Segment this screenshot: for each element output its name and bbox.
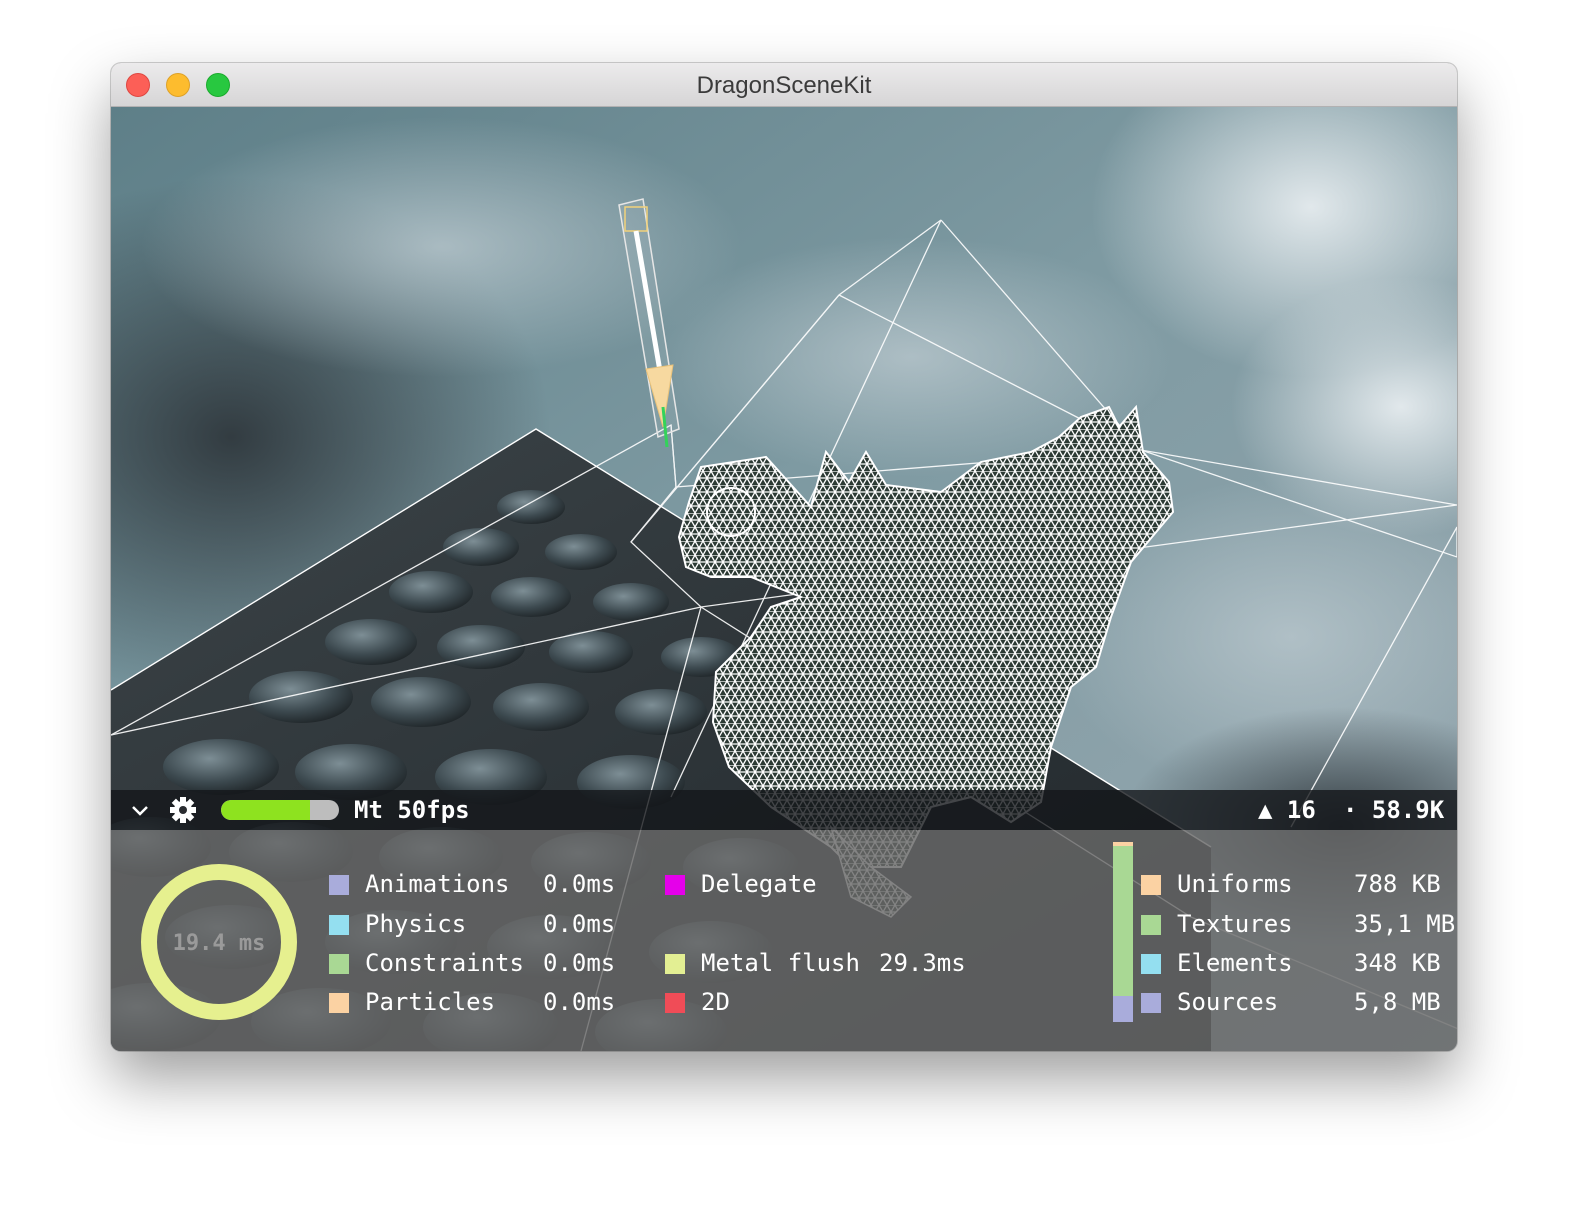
- memory-bar-sources: [1113, 996, 1133, 1022]
- memory-label: Elements: [1177, 949, 1293, 977]
- timing-label: Constraints: [365, 949, 524, 977]
- elements-swatch: [1141, 954, 1161, 974]
- physics-swatch: [329, 915, 349, 935]
- chevron-down-icon[interactable]: [130, 800, 150, 820]
- particles-swatch: [329, 993, 349, 1013]
- fps-meter-fill: [221, 800, 310, 820]
- memory-value: 348 KB: [1354, 949, 1441, 977]
- app-window: DragonSceneKit Mt 50fps ▲ 16 · 58.9K 19.…: [111, 63, 1457, 1051]
- fps-meter: [221, 800, 339, 820]
- textures-swatch: [1141, 915, 1161, 935]
- timing-label: Delegate: [701, 870, 817, 898]
- memory-value: 5,8 MB: [1354, 988, 1441, 1016]
- memory-label: Uniforms: [1177, 870, 1293, 898]
- 2d-swatch: [665, 993, 685, 1013]
- memory-usage-bar: [1113, 842, 1133, 1022]
- memory-label: Textures: [1177, 910, 1293, 938]
- timing-label: Metal flush: [701, 949, 860, 977]
- title-bar[interactable]: DragonSceneKit: [111, 63, 1457, 107]
- performance-details-panel: 19.4 ms Animations 0.0ms Physics 0.0ms C…: [111, 830, 1457, 1051]
- window-title: DragonSceneKit: [696, 72, 872, 99]
- scene-viewport[interactable]: Mt 50fps ▲ 16 · 58.9K 19.4 ms Animations…: [111, 107, 1457, 1051]
- animations-swatch: [329, 875, 349, 895]
- frame-time-gauge: 19.4 ms: [141, 864, 297, 1020]
- memory-value: 35,1 MB: [1354, 910, 1456, 938]
- triangle-count: ▲ 16: [1258, 796, 1316, 824]
- timing-value: 0.0ms: [543, 988, 616, 1016]
- memory-label: Sources: [1177, 988, 1279, 1016]
- timing-value: 0.0ms: [543, 949, 616, 977]
- vertex-count: · 58.9K: [1343, 796, 1445, 824]
- performance-stats-bar: Mt 50fps ▲ 16 · 58.9K: [111, 790, 1457, 830]
- memory-value: 788 KB: [1354, 870, 1441, 898]
- timing-value: 0.0ms: [543, 910, 616, 938]
- frame-time-value: 19.4 ms: [173, 931, 266, 956]
- timing-label: Particles: [365, 988, 496, 1016]
- uniforms-swatch: [1141, 875, 1161, 895]
- timing-value: 0.0ms: [543, 870, 616, 898]
- constraints-swatch: [329, 954, 349, 974]
- memory-bar-textures: [1113, 846, 1133, 996]
- metal-flush-swatch: [665, 954, 685, 974]
- fps-label: Mt 50fps: [354, 796, 470, 824]
- gear-icon[interactable]: [168, 795, 198, 825]
- timing-label: 2D: [701, 988, 730, 1016]
- delegate-swatch: [665, 875, 685, 895]
- timing-label: Physics: [365, 910, 467, 938]
- sources-swatch: [1141, 993, 1161, 1013]
- timing-label: Animations: [365, 870, 510, 898]
- timing-value: 29.3ms: [879, 949, 966, 977]
